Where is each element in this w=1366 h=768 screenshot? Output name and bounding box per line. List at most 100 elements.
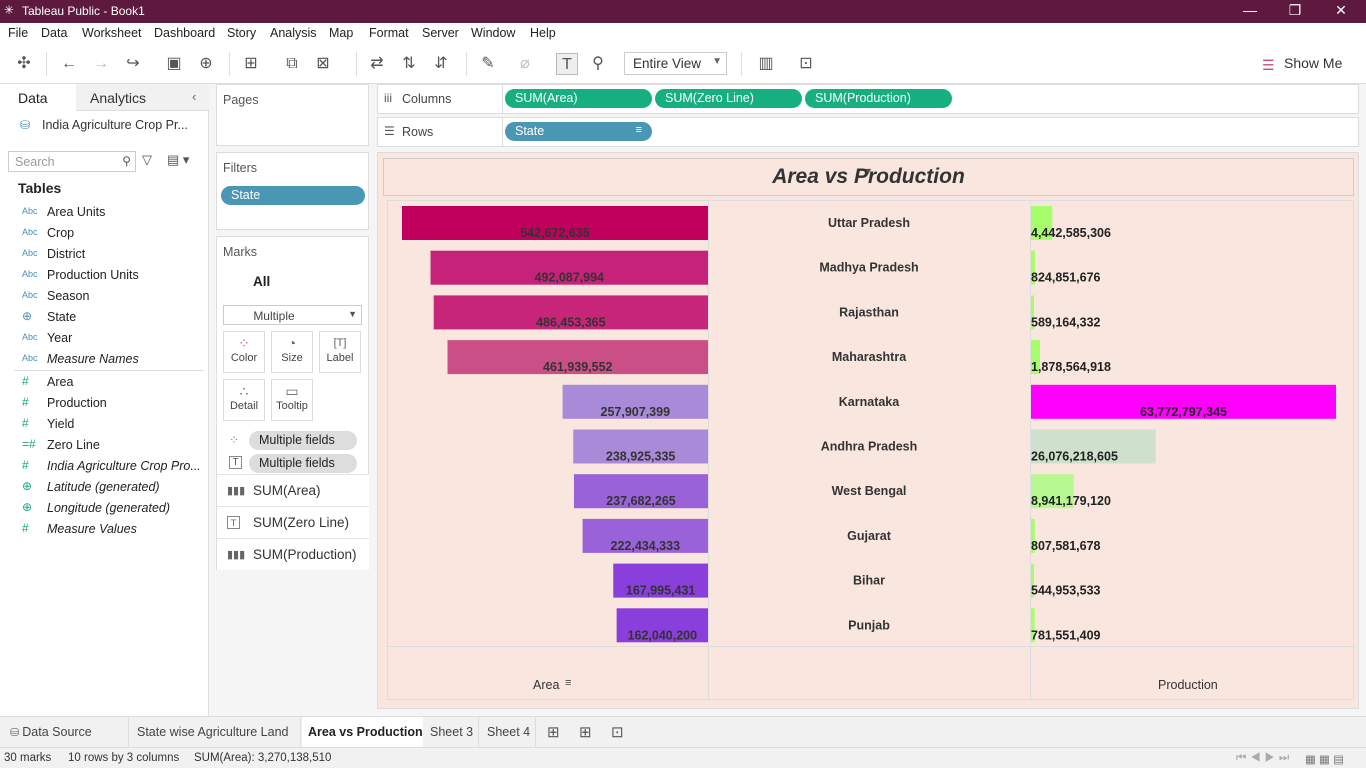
x-axis-label-production[interactable]: Production: [1158, 678, 1218, 692]
tab-analytics[interactable]: Analytics ‹: [76, 84, 209, 111]
fit-dropdown[interactable]: Entire View ▼: [624, 52, 727, 75]
new-datasource-icon[interactable]: ⊕: [195, 53, 217, 75]
marks-card-sum-area[interactable]: ▮▮▮ SUM(Area): [217, 474, 369, 506]
datasource-name[interactable]: India Agriculture Crop Pr...: [42, 118, 188, 132]
field-state[interactable]: ⊕ State: [0, 307, 209, 328]
menu-data[interactable]: Data: [41, 26, 67, 40]
marks-pill-color-multiple[interactable]: Multiple fields: [249, 431, 357, 450]
menu-file[interactable]: File: [8, 26, 28, 40]
grid-view-icon[interactable]: ▦ ▦ ▤: [1305, 752, 1344, 766]
filters-card[interactable]: Filters State: [216, 152, 369, 230]
undo-icon[interactable]: ←: [58, 53, 80, 75]
field-production[interactable]: # Production: [0, 393, 209, 414]
field-season[interactable]: Abc Season: [0, 286, 209, 307]
show-labels-icon[interactable]: T: [556, 53, 578, 75]
highlight-icon[interactable]: ✎: [477, 53, 499, 75]
viz-title-box[interactable]: Area vs Production ▼: [383, 158, 1354, 196]
state-label[interactable]: West Bengal: [832, 484, 907, 498]
x-axis-label-area[interactable]: Area: [533, 678, 559, 692]
state-label[interactable]: Andhra Pradesh: [821, 440, 918, 454]
state-label[interactable]: Rajasthan: [839, 305, 899, 319]
field-district[interactable]: Abc District: [0, 244, 209, 265]
swap-icon[interactable]: ⇄: [366, 53, 388, 75]
columns-shelf[interactable]: iii Columns SUM(Area) SUM(Zero Line) SUM…: [377, 84, 1359, 114]
mark-type-dropdown[interactable]: Multiple ▼: [223, 305, 362, 325]
state-label[interactable]: Bihar: [853, 574, 885, 588]
menu-help[interactable]: Help: [530, 26, 556, 40]
replay-icon[interactable]: ↪: [122, 53, 144, 75]
columns-pill-sum-zero-line[interactable]: SUM(Zero Line): [655, 89, 802, 108]
field-production-units[interactable]: Abc Production Units: [0, 265, 209, 286]
chevron-down-icon[interactable]: ▼: [384, 166, 1353, 176]
new-story-icon[interactable]: ⊡: [611, 723, 624, 741]
sheet-navigation-icon[interactable]: ⏮◀▶⏭: [1236, 752, 1293, 765]
menu-window[interactable]: Window: [471, 26, 515, 40]
new-dashboard-icon[interactable]: ⊞: [579, 723, 592, 741]
marks-card-sum-zero-line[interactable]: T SUM(Zero Line): [217, 506, 369, 538]
state-label[interactable]: Uttar Pradesh: [828, 216, 910, 230]
tab-area-vs-production[interactable]: Area vs Production: [302, 717, 423, 748]
columns-pill-sum-production[interactable]: SUM(Production): [805, 89, 952, 108]
field-crop[interactable]: Abc Crop: [0, 223, 209, 244]
new-worksheet-icon[interactable]: ⊞: [240, 53, 262, 75]
label-button[interactable]: [T] Label: [319, 331, 361, 373]
columns-pill-sum-area[interactable]: SUM(Area): [505, 89, 652, 108]
color-button[interactable]: ⁘ Color: [223, 331, 265, 373]
menu-story[interactable]: Story: [227, 26, 256, 40]
presentation-icon[interactable]: ⊡: [795, 53, 817, 75]
search-input[interactable]: Search ⚲: [8, 151, 136, 172]
pin-icon[interactable]: ⚲: [587, 53, 609, 75]
field-measure-names[interactable]: Abc Measure Names: [0, 349, 209, 370]
show-me-button[interactable]: Show Me: [1284, 55, 1342, 71]
state-label[interactable]: Gujarat: [847, 529, 892, 543]
field-year[interactable]: Abc Year: [0, 328, 209, 349]
tab-data-source[interactable]: ⛁ Data Source: [0, 717, 129, 748]
close-button[interactable]: ✕: [1326, 2, 1356, 19]
menu-worksheet[interactable]: Worksheet: [82, 26, 142, 40]
menu-server[interactable]: Server: [422, 26, 459, 40]
field-area[interactable]: # Area: [0, 372, 209, 393]
marks-card-sum-production[interactable]: ▮▮▮ SUM(Production): [217, 538, 369, 570]
size-button[interactable]: ◔ Size: [271, 331, 313, 373]
new-worksheet-icon[interactable]: ⊞: [547, 723, 560, 741]
menu-dashboard[interactable]: Dashboard: [154, 26, 215, 40]
field-longitude[interactable]: ⊕ Longitude (generated): [0, 498, 209, 519]
rows-shelf[interactable]: ☰ Rows State ≡: [377, 117, 1359, 147]
menu-analysis[interactable]: Analysis: [270, 26, 317, 40]
state-label[interactable]: Maharashtra: [832, 350, 907, 364]
state-label[interactable]: Punjab: [848, 618, 890, 632]
clear-sheet-icon[interactable]: ⊠: [312, 53, 334, 75]
tab-state-wise-agriculture-land[interactable]: State wise Agriculture Land: [129, 717, 301, 748]
field-latitude[interactable]: ⊕ Latitude (generated): [0, 477, 209, 498]
show-cards-icon[interactable]: ▥: [755, 53, 777, 75]
filter-icon[interactable]: ▽: [142, 152, 152, 168]
marks-pill-label-multiple[interactable]: Multiple fields: [249, 454, 357, 473]
menu-map[interactable]: Map: [329, 26, 353, 40]
field-zero-line[interactable]: =# Zero Line: [0, 435, 209, 456]
minimize-button[interactable]: —: [1235, 2, 1265, 18]
sort-ascending-icon[interactable]: ⇅: [398, 53, 420, 75]
sort-icon[interactable]: ≡: [565, 677, 571, 689]
group-icon[interactable]: ⌀: [514, 53, 536, 75]
tab-sheet-4[interactable]: Sheet 4: [480, 717, 536, 748]
restore-button[interactable]: ❐: [1280, 2, 1310, 19]
marks-all-tab[interactable]: All: [253, 274, 270, 289]
field-measure-values[interactable]: # Measure Values: [0, 519, 209, 540]
save-icon[interactable]: ▣: [163, 53, 185, 75]
state-label[interactable]: Karnataka: [839, 395, 900, 409]
menu-format[interactable]: Format: [369, 26, 409, 40]
tab-data[interactable]: Data: [0, 84, 76, 111]
duplicate-sheet-icon[interactable]: ⧉: [281, 53, 303, 75]
tab-sheet-3[interactable]: Sheet 3: [423, 717, 479, 748]
filter-pill-state[interactable]: State: [221, 186, 365, 205]
rows-pill-state[interactable]: State ≡: [505, 122, 652, 141]
tooltip-button[interactable]: ▭ Tooltip: [271, 379, 313, 421]
detail-button[interactable]: ∴ Detail: [223, 379, 265, 421]
sort-descending-icon[interactable]: ⇵: [430, 53, 452, 75]
redo-icon[interactable]: →: [90, 53, 112, 75]
field-area-units[interactable]: Abc Area Units: [0, 202, 209, 223]
collapse-icon[interactable]: ‹: [192, 89, 196, 104]
field-record-count[interactable]: # India Agriculture Crop Pro...: [0, 456, 209, 477]
field-yield[interactable]: # Yield: [0, 414, 209, 435]
state-label[interactable]: Madhya Pradesh: [819, 261, 918, 275]
